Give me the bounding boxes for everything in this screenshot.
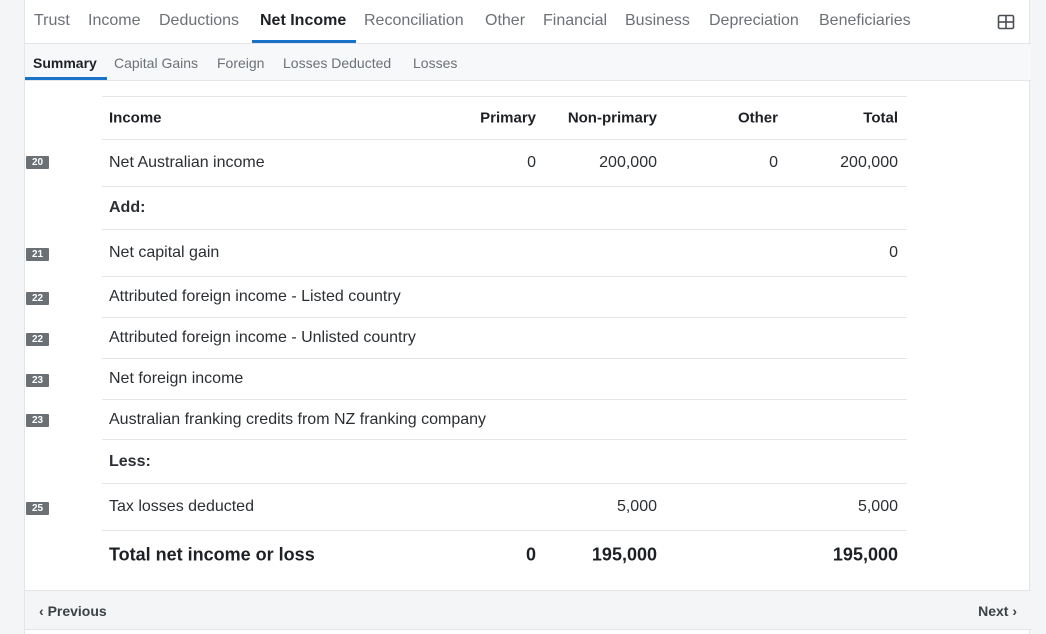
- total-primary: 0: [525, 544, 536, 565]
- tab-income[interactable]: Income: [88, 12, 140, 30]
- cell-total: 5,000: [857, 498, 898, 515]
- total-label: Total net income or loss: [109, 544, 315, 565]
- subtab-losses[interactable]: Losses: [413, 55, 457, 71]
- top-tab-bar: Trust Income Deductions Net Income Recon…: [25, 0, 1031, 44]
- subtab-capital-gains[interactable]: Capital Gains: [114, 55, 198, 71]
- item-number-badge: 25: [26, 502, 49, 515]
- total-total: 195,000: [832, 544, 898, 565]
- tab-beneficiaries[interactable]: Beneficiaries: [819, 12, 911, 30]
- row-label: Net capital gain: [109, 244, 220, 261]
- sub-tab-bar: Summary Capital Gains Foreign Losses Ded…: [25, 44, 1031, 81]
- main-panel: Trust Income Deductions Net Income Recon…: [24, 0, 1031, 634]
- table-row: Australian franking credits from NZ fran…: [102, 400, 907, 440]
- chevron-left-icon: ‹: [39, 603, 48, 619]
- header-total: Total: [863, 109, 898, 127]
- table-row: Tax losses deducted 5,000 5,000: [102, 484, 907, 531]
- active-subtab-indicator: [25, 77, 107, 80]
- next-button[interactable]: Next ›: [978, 603, 1017, 619]
- chevron-right-icon: ›: [1008, 603, 1017, 619]
- next-label: Next: [978, 603, 1009, 619]
- header-income: Income: [109, 109, 162, 127]
- row-label: Attributed foreign income - Listed count…: [109, 288, 401, 305]
- tab-net-income[interactable]: Net Income: [260, 12, 346, 30]
- total-non-primary: 195,000: [591, 544, 657, 565]
- subtab-summary[interactable]: Summary: [33, 55, 97, 71]
- previous-button[interactable]: ‹ Previous: [39, 603, 107, 619]
- cell-total: 0: [889, 244, 898, 261]
- tab-business[interactable]: Business: [625, 12, 690, 30]
- row-label: Tax losses deducted: [109, 498, 254, 515]
- table-row: Net foreign income: [102, 359, 907, 400]
- row-label: Australian franking credits from NZ fran…: [109, 410, 487, 428]
- table-row: Net Australian income 0 200,000 0 200,00…: [102, 140, 907, 187]
- row-label: Net Australian income: [109, 154, 265, 171]
- section-row-less: Less:: [102, 440, 907, 484]
- active-tab-indicator: [252, 40, 356, 43]
- subtab-foreign[interactable]: Foreign: [217, 55, 264, 71]
- header-other: Other: [737, 109, 778, 127]
- tab-financial[interactable]: Financial: [543, 12, 607, 30]
- table-row: Net capital gain 0: [102, 230, 907, 277]
- item-number-badge: 22: [26, 292, 49, 305]
- item-number-badge: 20: [26, 156, 49, 169]
- cell-other: 0: [769, 154, 778, 171]
- tab-reconciliation[interactable]: Reconciliation: [364, 12, 464, 30]
- table-row: Attributed foreign income - Unlisted cou…: [102, 318, 907, 359]
- section-label: Add:: [109, 199, 146, 216]
- section-row-add: Add:: [102, 187, 907, 230]
- tab-other[interactable]: Other: [485, 12, 525, 30]
- section-label: Less:: [109, 452, 151, 470]
- cell-total: 200,000: [840, 154, 898, 171]
- item-number-badge: 21: [26, 248, 49, 261]
- table-row: Attributed foreign income - Listed count…: [102, 277, 907, 318]
- header-non-primary: Non-primary: [567, 109, 657, 127]
- item-number-badge: 23: [26, 414, 49, 427]
- header-primary: Primary: [480, 109, 536, 127]
- item-number-badge: 22: [26, 333, 49, 346]
- item-number-badge: 23: [26, 374, 49, 387]
- cell-non-primary: 5,000: [616, 498, 657, 515]
- tab-trust[interactable]: Trust: [34, 12, 70, 30]
- cell-non-primary: 200,000: [599, 154, 657, 171]
- tab-deductions[interactable]: Deductions: [159, 12, 239, 30]
- tab-depreciation[interactable]: Depreciation: [709, 12, 799, 30]
- footer-nav: ‹ Previous Next ›: [25, 590, 1031, 630]
- previous-label: Previous: [47, 603, 107, 619]
- cell-primary: 0: [527, 154, 536, 171]
- subtab-losses-deducted[interactable]: Losses Deducted: [283, 55, 391, 71]
- row-label: Net foreign income: [109, 370, 244, 387]
- net-income-table: Income Primary Non-primary Other Total N…: [102, 96, 907, 579]
- grid-layout-icon[interactable]: [997, 13, 1015, 31]
- row-label: Attributed foreign income - Unlisted cou…: [109, 329, 416, 346]
- total-row: Total net income or loss 0 195,000 195,0…: [102, 531, 907, 579]
- table-header-row: Income Primary Non-primary Other Total: [102, 97, 907, 140]
